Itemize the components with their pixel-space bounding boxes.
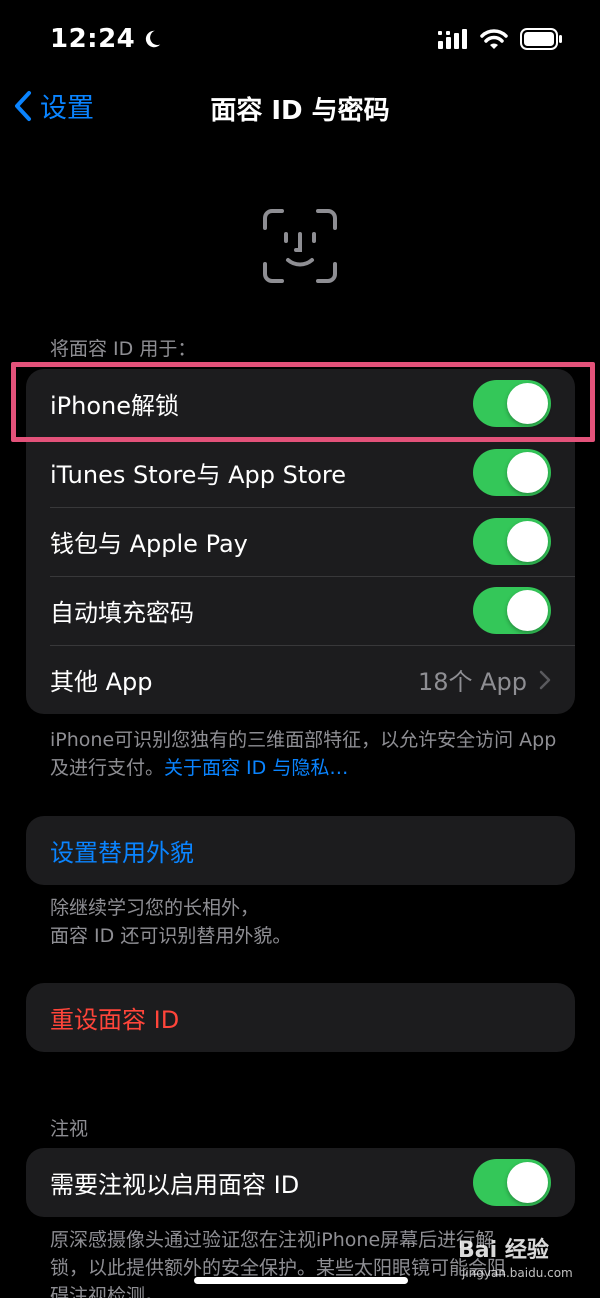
- reset-face-id-row[interactable]: 重设面容 ID: [26, 983, 575, 1052]
- other-apps-row[interactable]: 其他 App 18个 App: [26, 645, 575, 714]
- use-for-footer: iPhone可识别您独有的三维面部特征，以允许安全访问 App及进行支付。关于面…: [50, 726, 570, 782]
- home-indicator[interactable]: [194, 1277, 408, 1284]
- attention-group: 需要注视以启用面容 ID: [26, 1148, 575, 1217]
- itunes-appstore-toggle[interactable]: [473, 449, 551, 496]
- alternate-footer: 除继续学习您的长相外， 面容 ID 还可识别替用外貌。: [50, 894, 570, 950]
- moon-icon: [146, 30, 161, 48]
- row-label: 其他 App: [50, 668, 153, 696]
- autofill-passwords-row: 自动填充密码: [26, 576, 575, 645]
- alternate-appearance-group: 设置替用外貌: [26, 816, 575, 885]
- toggle-knob: [507, 590, 548, 631]
- footer-line: 除继续学习您的长相外，: [50, 897, 260, 919]
- toggle-knob: [507, 452, 548, 493]
- reset-group: 重设面容 ID: [26, 983, 575, 1052]
- toggle-knob: [507, 1162, 548, 1203]
- use-for-header: 将面容 ID 用于：: [50, 338, 197, 360]
- itunes-appstore-row: iTunes Store与 App Store: [26, 438, 575, 507]
- attention-header: 注视: [50, 1118, 89, 1140]
- require-attention-row: 需要注视以启用面容 ID: [26, 1148, 575, 1217]
- wifi-icon: [480, 29, 508, 49]
- status-time: 12:24: [50, 24, 163, 54]
- battery-icon: [520, 28, 562, 50]
- row-label: 需要注视以启用面容 ID: [50, 1171, 300, 1199]
- footer-line: 碍注视检测。: [50, 1285, 165, 1298]
- footer-line: 面容 ID 还可识别替用外貌。: [50, 925, 292, 947]
- face-id-icon: [263, 209, 337, 283]
- row-label: 钱包与 Apple Pay: [50, 530, 248, 558]
- status-icons: [438, 28, 562, 50]
- require-attention-toggle[interactable]: [473, 1159, 551, 1206]
- privacy-link[interactable]: 关于面容 ID 与隐私…: [164, 757, 348, 779]
- watermark: Bai 经验: [458, 1238, 549, 1263]
- reset-face-id-button[interactable]: 重设面容 ID: [50, 1000, 179, 1035]
- chevron-right-icon: [539, 670, 551, 689]
- alternate-appearance-button[interactable]: 设置替用外貌: [50, 833, 194, 868]
- cellular-signal-icon: [438, 29, 467, 49]
- toggle-knob: [507, 521, 548, 562]
- row-label: 自动填充密码: [50, 599, 194, 627]
- navigation-bar: 设置 面容 ID 与密码: [0, 80, 600, 136]
- wallet-applepay-toggle[interactable]: [473, 518, 551, 565]
- other-apps-count: 18个 App: [417, 668, 527, 696]
- watermark-url: jingyan.baidu.com: [462, 1266, 573, 1280]
- page-title: 面容 ID 与密码: [210, 96, 390, 126]
- autofill-passwords-toggle[interactable]: [473, 587, 551, 634]
- time-text: 12:24: [50, 24, 136, 54]
- status-bar: 12:24: [0, 0, 600, 80]
- row-label: iTunes Store与 App Store: [50, 461, 347, 489]
- alternate-appearance-row[interactable]: 设置替用外貌: [26, 816, 575, 885]
- highlight-box: [11, 362, 595, 442]
- wallet-applepay-row: 钱包与 Apple Pay: [26, 507, 575, 576]
